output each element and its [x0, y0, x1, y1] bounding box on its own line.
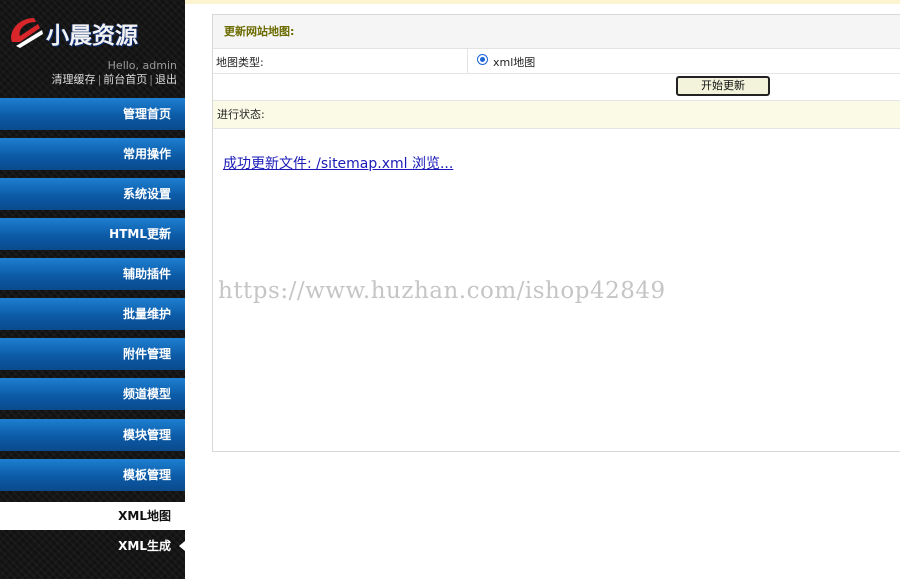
sidebar-item-system-settings[interactable]: 系统设置: [0, 178, 185, 210]
map-type-row: 地图类型: xml地图: [213, 49, 900, 74]
user-info: Hello, admin 清理缓存 | 前台首页 | 退出: [52, 59, 177, 87]
sidebar-item-attachments[interactable]: 附件管理: [0, 338, 185, 370]
sidebar-item-channel-model[interactable]: 频道模型: [0, 378, 185, 410]
sidebar-item-admin-home[interactable]: 管理首页: [0, 98, 185, 130]
button-row: 开始更新: [213, 74, 900, 101]
active-arrow-icon: [179, 541, 185, 551]
sidebar-item-html-update[interactable]: HTML更新: [0, 218, 185, 250]
user-links: 清理缓存 | 前台首页 | 退出: [52, 73, 177, 87]
logout-link[interactable]: 退出: [155, 73, 177, 86]
sidebar-item-templates[interactable]: 模板管理: [0, 459, 185, 491]
sidebar-item-modules[interactable]: 模块管理: [0, 419, 185, 451]
hello-text: Hello, admin: [107, 59, 177, 72]
column-divider: [467, 49, 468, 73]
sitemap-panel: 更新网站地图: 地图类型: xml地图 开始更新 进行状态: 成功更新文件: /…: [212, 14, 900, 452]
logo-text: 小晨资源: [46, 23, 138, 49]
start-update-button[interactable]: 开始更新: [676, 76, 770, 96]
logo: 小晨资源: [6, 10, 176, 54]
sidebar: 小晨资源 Hello, admin 清理缓存 | 前台首页 | 退出 管理首页 常用操作…: [0, 0, 185, 579]
xml-map-radio[interactable]: [477, 54, 488, 65]
submenu-item-xml-generate[interactable]: XML生成: [0, 533, 185, 559]
watermark-text: https://www.huzhan.com/ishop42849: [218, 278, 666, 304]
separator: |: [149, 73, 153, 86]
map-type-label: 地图类型:: [216, 56, 264, 69]
sidebar-item-plugins[interactable]: 辅助插件: [0, 258, 185, 290]
status-label: 进行状态:: [213, 101, 900, 129]
clear-cache-link[interactable]: 清理缓存: [52, 73, 96, 86]
front-home-link[interactable]: 前台首页: [103, 73, 147, 86]
sidebar-item-xml-map[interactable]: XML地图: [0, 502, 185, 530]
result-link[interactable]: 成功更新文件: /sitemap.xml 浏览...: [223, 153, 453, 173]
logo-e-icon: [11, 18, 43, 48]
sidebar-item-common-ops[interactable]: 常用操作: [0, 138, 185, 170]
sidebar-item-batch-maintenance[interactable]: 批量维护: [0, 298, 185, 330]
submenu-label: XML生成: [118, 539, 171, 553]
panel-title: 更新网站地图:: [213, 15, 900, 49]
xml-map-radio-label[interactable]: xml地图: [493, 54, 535, 70]
